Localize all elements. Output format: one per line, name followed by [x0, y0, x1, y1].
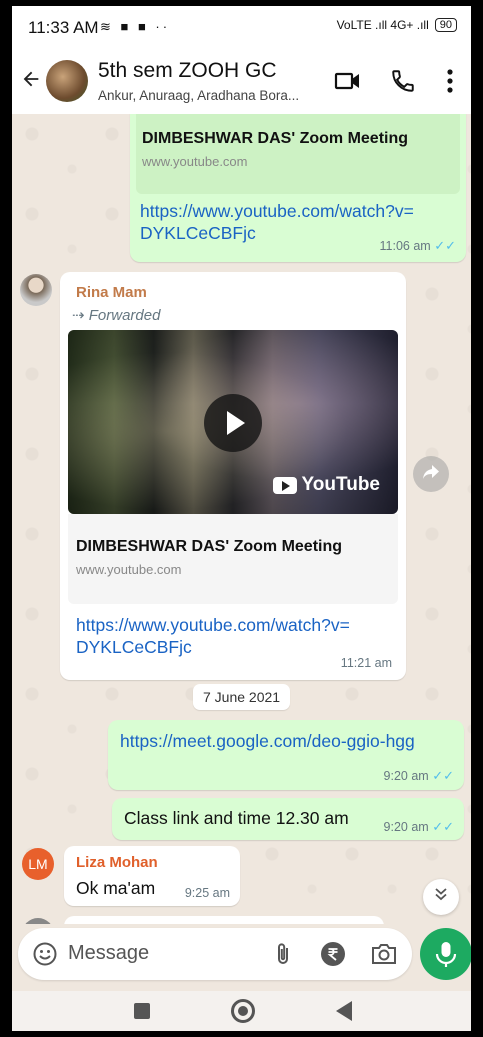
- message-outgoing-youtube[interactable]: DIMBESHWAR DAS' Zoom Meeting www.youtube…: [130, 114, 466, 262]
- message-outgoing-text[interactable]: Class link and time 12.30 am 9:20 am ✓✓: [112, 798, 464, 840]
- status-right: VoLTE .ıll 4G+ .ıll 90: [337, 18, 457, 32]
- message-meta: 9:20 am ✓✓: [384, 768, 454, 784]
- message-incoming-next[interactable]: [64, 916, 384, 924]
- message-text: Ok ma'am: [76, 878, 156, 898]
- read-ticks-icon: ✓✓: [434, 238, 456, 253]
- status-bar: 11:33 AM ≋ ■ ■ ·· VoLTE .ıll 4G+ .ıll 90: [12, 6, 471, 50]
- nav-home-icon[interactable]: [231, 999, 255, 1023]
- mic-icon[interactable]: [420, 928, 471, 980]
- message-time: 11:06 am: [379, 239, 431, 253]
- date-chip: 7 June 2021: [193, 684, 291, 710]
- status-time: 11:33 AM: [28, 18, 99, 37]
- message-link[interactable]: https://www.youtube.com/watch?v= DYKLCeC…: [76, 614, 350, 658]
- link-line-1[interactable]: https://www.youtube.com/watch?v=: [76, 614, 350, 636]
- avatar-liza[interactable]: LM: [22, 848, 54, 880]
- notification-icons: ≋ ■ ■ ··: [100, 19, 171, 34]
- message-time: 9:20 am: [383, 769, 429, 783]
- video-thumbnail[interactable]: YouTube: [68, 330, 398, 514]
- link-line-2[interactable]: DYKLCeCBFjc: [76, 636, 350, 658]
- attach-icon[interactable]: [272, 941, 294, 972]
- message-composer[interactable]: Message: [18, 928, 412, 980]
- message-time: 9:20 am: [383, 820, 429, 834]
- phone-icon[interactable]: [390, 68, 416, 99]
- forward-icon: ⇢: [72, 307, 85, 324]
- youtube-brand-text: YouTube: [301, 474, 380, 495]
- chat-subtitle[interactable]: Ankur, Anuraag, Aradhana Bora...: [98, 88, 299, 103]
- message-incoming-liza[interactable]: Liza Mohan Ok ma'am 9:25 am: [64, 846, 240, 906]
- forwarded-label: ⇢ Forwarded: [72, 306, 160, 324]
- link-preview-url: www.youtube.com: [76, 562, 182, 577]
- back-arrow-icon[interactable]: [20, 66, 42, 97]
- link-preview-title: DIMBESHWAR DAS' Zoom Meeting: [76, 538, 343, 555]
- network-icons: VoLTE .ıll 4G+ .ıll: [336, 18, 429, 32]
- avatar-next[interactable]: [22, 918, 54, 924]
- youtube-logo: YouTube: [272, 474, 380, 496]
- link-preview-url: www.youtube.com: [142, 154, 248, 169]
- battery-icon: 90: [434, 18, 457, 32]
- video-call-icon[interactable]: [334, 68, 362, 99]
- phone-screen: 11:33 AM ≋ ■ ■ ·· VoLTE .ıll 4G+ .ıll 90…: [12, 6, 471, 1031]
- message-time: 11:21 am: [340, 656, 392, 670]
- nav-back-icon[interactable]: [336, 1001, 352, 1021]
- link-line-2[interactable]: DYKLCeCBFjc: [140, 222, 414, 244]
- youtube-logo-icon: [272, 476, 297, 494]
- forwarded-text: Forwarded: [88, 307, 161, 324]
- message-meta: 11:06 am ✓✓: [380, 238, 456, 254]
- share-icon[interactable]: [413, 456, 449, 492]
- message-input[interactable]: Message: [68, 942, 149, 965]
- nav-recents-icon[interactable]: [134, 1003, 150, 1019]
- link-preview[interactable]: DIMBESHWAR DAS' Zoom Meeting www.youtube…: [68, 514, 398, 604]
- emoji-icon[interactable]: [32, 941, 58, 972]
- chat-area[interactable]: DIMBESHWAR DAS' Zoom Meeting www.youtube…: [12, 114, 471, 924]
- message-link[interactable]: https://www.youtube.com/watch?v= DYKLCeC…: [140, 200, 414, 244]
- more-vert-icon[interactable]: [446, 68, 454, 99]
- link-preview[interactable]: DIMBESHWAR DAS' Zoom Meeting www.youtube…: [136, 114, 460, 194]
- message-meta: 9:20 am ✓✓: [384, 819, 454, 835]
- group-avatar[interactable]: [46, 60, 88, 102]
- sender-name[interactable]: Rina Mam: [76, 284, 147, 301]
- link-preview-title: DIMBESHWAR DAS' Zoom Meeting: [142, 130, 409, 147]
- read-ticks-icon: ✓✓: [432, 819, 454, 834]
- message-time: 9:25 am: [184, 886, 230, 900]
- read-ticks-icon: ✓✓: [432, 768, 454, 783]
- message-incoming-rina[interactable]: Rina Mam ⇢ Forwarded YouTube DIMBESHWAR …: [60, 272, 406, 680]
- message-link[interactable]: https://meet.google.com/deo-ggio-hgg: [120, 730, 415, 752]
- scroll-down-icon[interactable]: [423, 879, 459, 915]
- link-line-1[interactable]: https://www.youtube.com/watch?v=: [140, 200, 414, 222]
- sender-name[interactable]: Liza Mohan: [76, 854, 158, 871]
- message-outgoing-meet[interactable]: https://meet.google.com/deo-ggio-hgg 9:2…: [108, 720, 464, 790]
- chat-header: 5th sem ZOOH GC Ankur, Anuraag, Aradhana…: [12, 50, 471, 115]
- avatar-rina[interactable]: [20, 274, 52, 306]
- rupee-icon[interactable]: [320, 941, 346, 972]
- message-text: Class link and time 12.30 am: [124, 808, 349, 828]
- play-icon[interactable]: [204, 394, 262, 452]
- system-nav-bar: [12, 991, 471, 1031]
- chat-title[interactable]: 5th sem ZOOH GC: [98, 59, 277, 83]
- camera-icon[interactable]: [370, 941, 398, 972]
